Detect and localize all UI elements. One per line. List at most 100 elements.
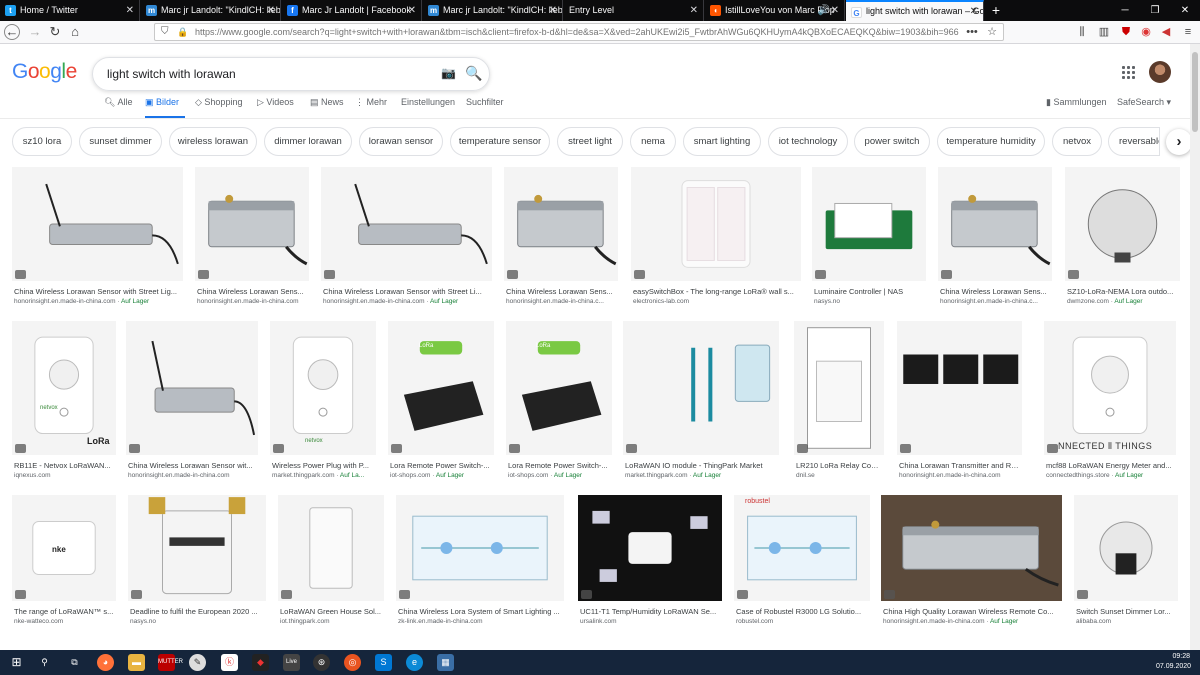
result-title[interactable]: China High Quality Lorawan Wireless Remo…	[883, 607, 1060, 616]
result-thumbnail[interactable]	[396, 495, 564, 601]
result-thumbnail[interactable]	[1044, 321, 1176, 455]
close-icon[interactable]: ✕	[408, 0, 416, 21]
skype-icon[interactable]: S	[375, 654, 392, 671]
result-title[interactable]: RB11E - Netvox LoRaWAN...	[14, 461, 114, 470]
result-title[interactable]: easySwitchBox - The long-range LoRa® wal…	[633, 287, 799, 296]
chip-iot-technology[interactable]: iot technology	[768, 127, 848, 156]
tab-videos[interactable]: ▷ Videos	[257, 97, 294, 108]
result-thumbnail[interactable]	[623, 321, 779, 455]
image-result[interactable]: LoRaWAN Green House Sol... iot.thingpark.…	[278, 495, 384, 633]
tab-soundcloud[interactable]: ◖ IstillLoveYou von Marc Flop 🔊 ✕	[705, 0, 845, 21]
image-result[interactable]: China Wireless Lorawan Sensor wit... hono…	[126, 321, 258, 487]
image-result[interactable]: easySwitchBox - The long-range LoRa® wal…	[631, 167, 801, 313]
result-thumbnail[interactable]	[195, 167, 309, 281]
sidebar-icon[interactable]: ▥	[1096, 24, 1112, 40]
chip-nema[interactable]: nema	[630, 127, 676, 156]
reload-icon[interactable]: ↻	[46, 23, 64, 41]
app-icon[interactable]: ✎	[189, 654, 206, 671]
app-icon[interactable]: ⓚ	[221, 654, 238, 671]
chip-temperature-sensor[interactable]: temperature sensor	[450, 127, 550, 156]
app-icon[interactable]: ◆	[252, 654, 269, 671]
task-view-icon[interactable]: ⧉	[66, 654, 83, 671]
windows-start-icon[interactable]: ⊞	[8, 654, 25, 671]
back-arrow-icon[interactable]: ←	[4, 24, 20, 40]
result-title[interactable]: Switch Sunset Dimmer Lor...	[1076, 607, 1176, 616]
result-thumbnail[interactable]	[126, 321, 258, 455]
chip-wireless-lorawan[interactable]: wireless lorawan	[169, 127, 257, 156]
image-result[interactable]: Deadline to fulfil the European 2020 ...…	[128, 495, 266, 633]
result-title[interactable]: Wireless Power Plug with P...	[272, 461, 374, 470]
app-icon[interactable]: MUTTER	[158, 654, 183, 671]
tab-twitter[interactable]: t Home / Twitter ✕	[0, 0, 140, 21]
tab-google-active[interactable]: G light switch with lorawan – Goo ✕	[846, 0, 984, 21]
result-thumbnail[interactable]	[734, 495, 870, 601]
avatar[interactable]	[1149, 61, 1171, 83]
tab-more[interactable]: ⋮ Mehr	[355, 97, 387, 108]
result-thumbnail[interactable]	[897, 321, 1022, 455]
chip-dimmer-lorawan[interactable]: dimmer lorawan	[264, 127, 352, 156]
image-result[interactable]: China Wireless Lora System of Smart Ligh…	[396, 495, 564, 633]
result-title[interactable]: mcf88 LoRaWAN Energy Meter and...	[1046, 461, 1174, 470]
image-result[interactable]: Lora Remote Power Switch-... iot-shops.co…	[506, 321, 612, 487]
extension-icon[interactable]: ◉	[1138, 24, 1154, 40]
result-title[interactable]: China Wireless Lorawan Sensor with Stree…	[14, 287, 181, 296]
image-result[interactable]: China Wireless Lorawan Sensor with Stree…	[321, 167, 492, 313]
chip-lorawan-sensor[interactable]: lorawan sensor	[359, 127, 443, 156]
chip-power-switch[interactable]: power switch	[854, 127, 930, 156]
image-result[interactable]: RB11E - Netvox LoRaWAN... iqnexus.com	[12, 321, 116, 487]
result-thumbnail[interactable]	[1065, 167, 1180, 281]
camera-icon[interactable]: 📷	[441, 66, 457, 80]
result-title[interactable]: Deadline to fulfil the European 2020 ...	[130, 607, 264, 616]
chip-netvox[interactable]: netvox	[1052, 127, 1102, 156]
image-result[interactable]: The range of LoRaWAN™ s... nke-watteco.co…	[12, 495, 116, 633]
close-window-icon[interactable]: ✕	[1170, 0, 1200, 21]
image-result[interactable]: UC11-T1 Temp/Humidity LoRaWAN Se... ursal…	[578, 495, 722, 633]
system-clock[interactable]: 09:28 07.09.2020	[1156, 652, 1191, 672]
result-title[interactable]: UC11-T1 Temp/Humidity LoRaWAN Se...	[580, 607, 720, 616]
mute-icon[interactable]: ◀	[1158, 24, 1174, 40]
tab-images[interactable]: ▣ Bilder	[145, 97, 179, 108]
tab-all[interactable]: 🔍︎ Alle	[104, 97, 132, 108]
image-result[interactable]: Switch Sunset Dimmer Lor... alibaba.com	[1074, 495, 1178, 633]
result-thumbnail[interactable]	[578, 495, 722, 601]
maximize-icon[interactable]: ❐	[1140, 0, 1170, 21]
result-thumbnail[interactable]	[388, 321, 494, 455]
chip-temperature-humidity[interactable]: temperature humidity	[937, 127, 1045, 156]
result-title[interactable]: Lora Remote Power Switch-...	[390, 461, 492, 470]
result-title[interactable]: China Lorawan Transmitter and Rec...	[899, 461, 1020, 470]
forward-arrow-icon[interactable]: →	[26, 23, 44, 41]
result-thumbnail[interactable]	[128, 495, 266, 601]
app-icon[interactable]: ⊛	[313, 654, 330, 671]
result-thumbnail[interactable]	[1074, 495, 1178, 601]
search-icon[interactable]: ⚲	[36, 654, 53, 671]
ubuntu-icon[interactable]: ◎	[344, 654, 361, 671]
result-title[interactable]: The range of LoRaWAN™ s...	[14, 607, 114, 616]
close-icon[interactable]: ✕	[970, 2, 978, 21]
result-title[interactable]: SZ10-LoRa-NEMA Lora outdo...	[1067, 287, 1178, 296]
chevron-right-icon[interactable]: ›	[1166, 129, 1192, 155]
close-icon[interactable]: ✕	[267, 0, 275, 21]
chip-sz10-lora[interactable]: sz10 lora	[12, 127, 72, 156]
scrollbar[interactable]	[1190, 44, 1200, 650]
result-title[interactable]: China Wireless Lora System of Smart Ligh…	[398, 607, 562, 616]
result-thumbnail[interactable]	[631, 167, 801, 281]
image-result[interactable]: Luminaire Controller | NAS nasys.no	[812, 167, 926, 313]
chip-smart-lighting[interactable]: smart lighting	[683, 127, 761, 156]
result-thumbnail[interactable]	[881, 495, 1062, 601]
close-icon[interactable]: ✕	[126, 0, 134, 21]
ublock-icon[interactable]: ⛊	[1118, 24, 1134, 40]
bookmark-star-icon[interactable]: ☆	[984, 24, 1000, 40]
tab-entry-level[interactable]: Entry Level ✕	[564, 0, 704, 21]
edge-icon[interactable]: e	[406, 654, 423, 671]
image-result[interactable]: China Wireless Lorawan Sensor with Stree…	[12, 167, 183, 313]
close-icon[interactable]: ✕	[831, 0, 839, 21]
tab-mastodon-2[interactable]: m Marc jr Landolt: "KindlCH: lieb ✕	[423, 0, 563, 21]
google-logo[interactable]: Google	[12, 60, 77, 84]
image-result[interactable]: China Wireless Lorawan Sens... honorinsig…	[938, 167, 1052, 313]
result-thumbnail[interactable]	[321, 167, 492, 281]
tab-mastodon-1[interactable]: m Marc jr Landolt: "KindlCH: lieb ✕	[141, 0, 281, 21]
tab-facebook[interactable]: f Marc Jr Landolt | Facebook ✕	[282, 0, 422, 21]
collections-button[interactable]: ▮ Sammlungen	[1046, 97, 1106, 108]
result-title[interactable]: Luminaire Controller | NAS	[814, 287, 924, 296]
result-thumbnail[interactable]	[504, 167, 618, 281]
